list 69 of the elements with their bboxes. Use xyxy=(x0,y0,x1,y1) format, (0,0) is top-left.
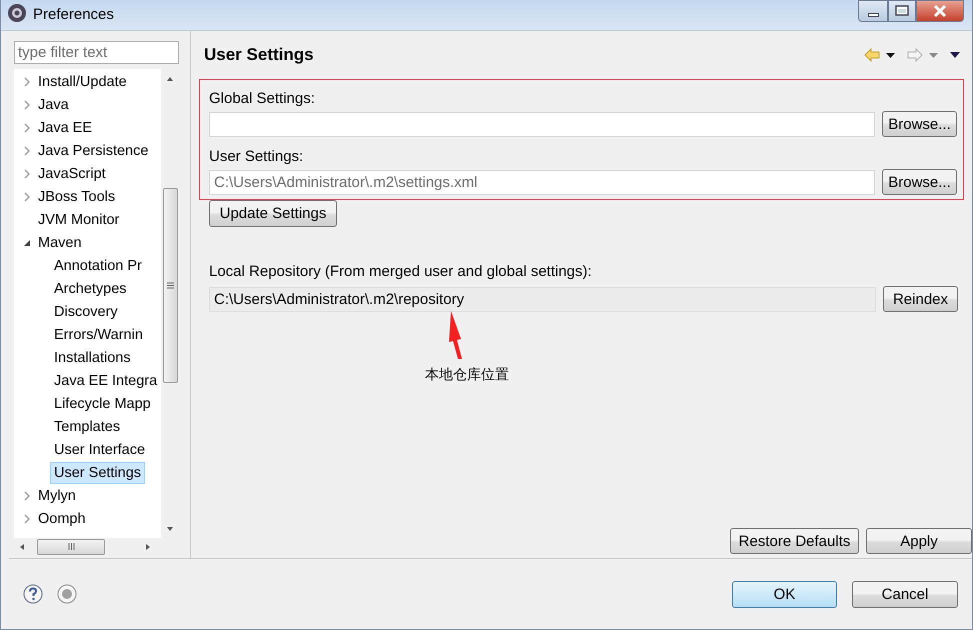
tree-item[interactable]: User Interface xyxy=(50,438,150,460)
page-title: User Settings xyxy=(204,45,314,65)
annotation-text: 本地仓库位置 xyxy=(425,366,509,384)
ok-button[interactable]: OK xyxy=(732,580,837,608)
tree-item[interactable]: Java EE Integra xyxy=(50,370,161,392)
tree-item[interactable]: Java xyxy=(34,94,73,116)
tree-item[interactable]: Lifecycle Mapp xyxy=(50,392,155,414)
scroll-down-arrow-icon[interactable] xyxy=(166,526,174,532)
browse-button[interactable]: Browse... xyxy=(882,169,957,195)
annotation-arrow xyxy=(448,310,462,360)
back-arrow-icon[interactable] xyxy=(864,48,880,62)
scrollbar-thumb[interactable] xyxy=(37,538,105,554)
forward-arrow-icon[interactable] xyxy=(907,48,923,62)
maximize-icon xyxy=(894,5,910,17)
reindex-button[interactable]: Reindex xyxy=(883,286,958,312)
tree-item[interactable]: Java Persistence xyxy=(34,140,152,162)
grip-icon xyxy=(166,282,174,289)
circle-icon[interactable] xyxy=(57,584,77,604)
expanded-triangle-icon[interactable] xyxy=(22,238,32,248)
collapsed-chevron-icon[interactable] xyxy=(23,100,31,110)
gear-icon xyxy=(7,3,27,23)
tree-item[interactable]: Java EE xyxy=(34,116,96,138)
tree-item[interactable]: JavaScript xyxy=(34,162,110,184)
tree-item[interactable]: Install/Update xyxy=(34,70,131,92)
tree-item[interactable]: Discovery xyxy=(50,300,122,322)
tree-item[interactable]: Oomph xyxy=(34,508,90,530)
tree-item[interactable]: JVM Monitor xyxy=(34,208,124,230)
collapsed-chevron-icon[interactable] xyxy=(23,490,31,500)
scroll-up-arrow-icon[interactable] xyxy=(166,76,174,82)
tree-item[interactable]: Maven xyxy=(34,232,86,254)
scroll-right-arrow-icon[interactable] xyxy=(145,542,151,550)
tree-item[interactable]: User Settings xyxy=(50,462,146,484)
tree-item[interactable]: Mylyn xyxy=(34,484,80,506)
tree-item[interactable]: Templates xyxy=(50,416,124,438)
input-field[interactable] xyxy=(209,112,875,136)
collapsed-chevron-icon[interactable] xyxy=(23,76,31,86)
tree-item[interactable]: JBoss Tools xyxy=(34,186,120,208)
tree-item[interactable]: Installations xyxy=(50,346,135,368)
filter-field[interactable]: type filter text xyxy=(14,41,179,64)
field-label: Global Settings: xyxy=(209,88,316,108)
update-settings-button[interactable]: Update Settings xyxy=(209,200,337,227)
collapsed-chevron-icon[interactable] xyxy=(23,168,31,178)
maximize-button[interactable] xyxy=(888,0,916,22)
apply-button[interactable]: Apply xyxy=(866,528,972,554)
collapsed-chevron-icon[interactable] xyxy=(23,146,31,156)
input-field[interactable]: C:\Users\Administrator\.m2\settings.xml xyxy=(209,170,875,194)
scrollbar-thumb[interactable] xyxy=(162,188,178,383)
input-field[interactable]: C:\Users\Administrator\.m2\repository xyxy=(209,286,876,312)
minimize-icon xyxy=(868,13,878,17)
scroll-left-arrow-icon[interactable] xyxy=(19,542,25,550)
field-label: Local Repository (From merged user and global settings): xyxy=(209,262,593,282)
help-icon[interactable] xyxy=(23,584,43,604)
field-label: User Settings: xyxy=(209,146,304,166)
close-icon xyxy=(932,5,948,17)
window-title: Preferences xyxy=(33,6,114,22)
browse-button[interactable]: Browse... xyxy=(882,111,957,137)
grip-icon xyxy=(68,543,74,550)
collapsed-chevron-icon[interactable] xyxy=(23,192,31,202)
view-menu-triangle-icon[interactable] xyxy=(950,52,960,58)
minimize-button[interactable] xyxy=(858,0,888,22)
collapsed-chevron-icon[interactable] xyxy=(23,514,31,524)
close-button[interactable] xyxy=(916,0,964,22)
tree-item[interactable]: Errors/Warnin xyxy=(50,324,147,346)
tree-item[interactable]: Annotation Pr xyxy=(50,254,146,276)
restore-defaults-button[interactable]: Restore Defaults xyxy=(730,528,859,554)
collapsed-chevron-icon[interactable] xyxy=(23,122,31,132)
tree-item[interactable]: Archetypes xyxy=(50,278,131,300)
dropdown-triangle-icon[interactable] xyxy=(886,52,895,58)
cancel-button[interactable]: Cancel xyxy=(852,580,958,608)
